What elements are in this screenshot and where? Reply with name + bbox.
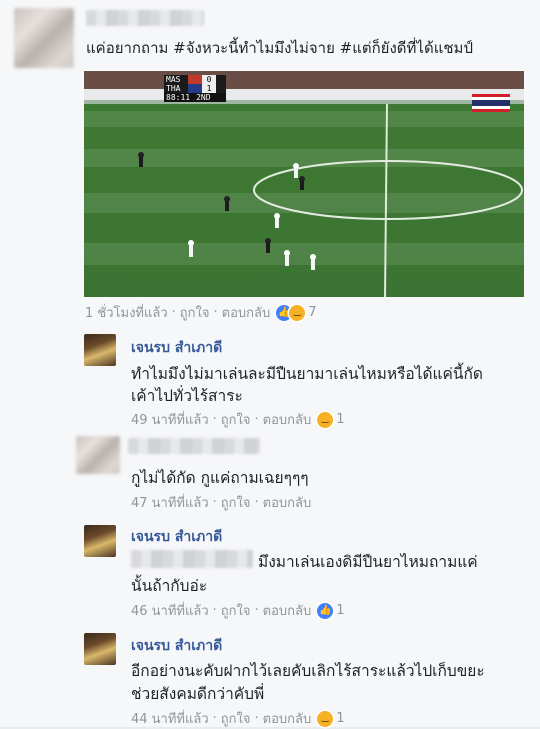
commenter-name-blurred[interactable] xyxy=(128,438,260,454)
comment-reaction-count: 1 xyxy=(336,412,345,427)
comment-reply-link[interactable]: ตอบกลับ xyxy=(263,492,312,513)
comment-meta: 49 นาทีที่แล้ว · ถูกใจ · ตอบกลับ ‿ 1 xyxy=(131,409,345,430)
poster-avatar-blurred[interactable] xyxy=(14,8,74,68)
team1-score: 0 xyxy=(202,75,216,84)
post-time[interactable]: 1 ชั่วโมงที่แล้ว xyxy=(85,302,168,323)
commenter-avatar[interactable] xyxy=(84,525,116,557)
comment-line: ช่วยสังคมดีกว่าคับพี่ xyxy=(131,685,265,703)
comment-reactions[interactable]: ‿ 1 xyxy=(317,411,345,428)
post-card: แค่อยากถาม #จังหวะนี้ทำไมมึงไม่จาย #แต่ก… xyxy=(0,0,540,727)
post-reply-link[interactable]: ตอบกลับ xyxy=(222,302,271,323)
comment-author[interactable]: เจนรบ สำเภาดี xyxy=(131,526,222,548)
haha-reaction-icon: ‿ xyxy=(317,710,334,727)
comment-time[interactable]: 44 นาทีที่แล้ว xyxy=(131,708,209,729)
comment-reactions[interactable]: ‿ 1 xyxy=(317,710,345,727)
football-pitch-image xyxy=(84,71,524,297)
comment-meta: 47 นาทีที่แล้ว · ถูกใจ · ตอบกลับ xyxy=(131,492,311,513)
haha-reaction-icon: ‿ xyxy=(317,411,334,428)
comment-author[interactable]: เจนรบ สำเภาดี xyxy=(131,635,222,657)
comment-reply-link[interactable]: ตอบกลับ xyxy=(263,409,312,430)
comment-reply-link[interactable]: ตอบกลับ xyxy=(263,600,312,621)
comment-line: เค้าไปทั่วไร้สาระ xyxy=(131,387,243,405)
comment-line: อีกอย่างนะคับฝากไว้เลยคับเลิกไร้สาระแล้ว… xyxy=(131,662,485,680)
post-reactions[interactable]: 👍 ‿ 7 xyxy=(276,304,317,321)
team2-label: THA xyxy=(166,84,181,93)
post-meta: 1 ชั่วโมงที่แล้ว · ถูกใจ · ตอบกลับ 👍 ‿ 7 xyxy=(85,302,317,323)
comment-like-link[interactable]: ถูกใจ xyxy=(221,708,251,729)
match-period: 2ND xyxy=(196,93,211,102)
scoreboard: MAS 0 THA 1 88:11 2ND xyxy=(164,75,226,102)
team1-label: MAS xyxy=(166,75,181,84)
match-clock: 88:11 xyxy=(166,93,191,102)
commenter-avatar[interactable] xyxy=(84,633,116,665)
comment-like-link[interactable]: ถูกใจ xyxy=(221,600,251,621)
haha-reaction-icon: ‿ xyxy=(289,304,306,321)
comment-time[interactable]: 49 นาทีที่แล้ว xyxy=(131,409,209,430)
commenter-avatar[interactable] xyxy=(84,334,116,366)
comment-line: นั้นถ้ากับอ่ะ xyxy=(131,577,208,595)
post-reaction-count: 7 xyxy=(308,305,317,320)
team2-score: 1 xyxy=(202,84,216,93)
comment-reaction-count: 1 xyxy=(336,603,345,618)
thai-flag-icon xyxy=(472,94,510,112)
commenter-avatar-blurred[interactable] xyxy=(76,436,120,474)
comment-reply-link[interactable]: ตอบกลับ xyxy=(263,708,312,729)
comment-line: กูไม่ได้กัด กูแค่ถามเฉยๆๆๆ xyxy=(131,469,309,487)
comment-like-link[interactable]: ถูกใจ xyxy=(221,409,251,430)
comment-like-link[interactable]: ถูกใจ xyxy=(221,492,251,513)
comment-time[interactable]: 47 นาทีที่แล้ว xyxy=(131,492,209,513)
comment-meta: 44 นาทีที่แล้ว · ถูกใจ · ตอบกลับ ‿ 1 xyxy=(131,708,345,729)
comment-line: มึงมาเล่นเองดิมีปืนยาไหมถามแค่ xyxy=(258,553,478,571)
like-reaction-icon: 👍 xyxy=(317,602,334,619)
mentioned-name-blurred[interactable] xyxy=(131,550,253,568)
comment-reactions[interactable]: 👍 1 xyxy=(317,602,345,619)
post-text: แค่อยากถาม #จังหวะนี้ทำไมมึงไม่จาย #แต่ก… xyxy=(86,39,473,57)
comment-reaction-count: 1 xyxy=(336,711,345,726)
comment-time[interactable]: 46 นาทีที่แล้ว xyxy=(131,600,209,621)
video-thumbnail[interactable]: MAS 0 THA 1 88:11 2ND xyxy=(84,71,524,297)
comment-meta: 46 นาทีที่แล้ว · ถูกใจ · ตอบกลับ 👍 1 xyxy=(131,600,345,621)
poster-name-blurred[interactable] xyxy=(86,10,204,26)
comment-author[interactable]: เจนรบ สำเภาดี xyxy=(131,337,222,359)
post-like-link[interactable]: ถูกใจ xyxy=(180,302,210,323)
